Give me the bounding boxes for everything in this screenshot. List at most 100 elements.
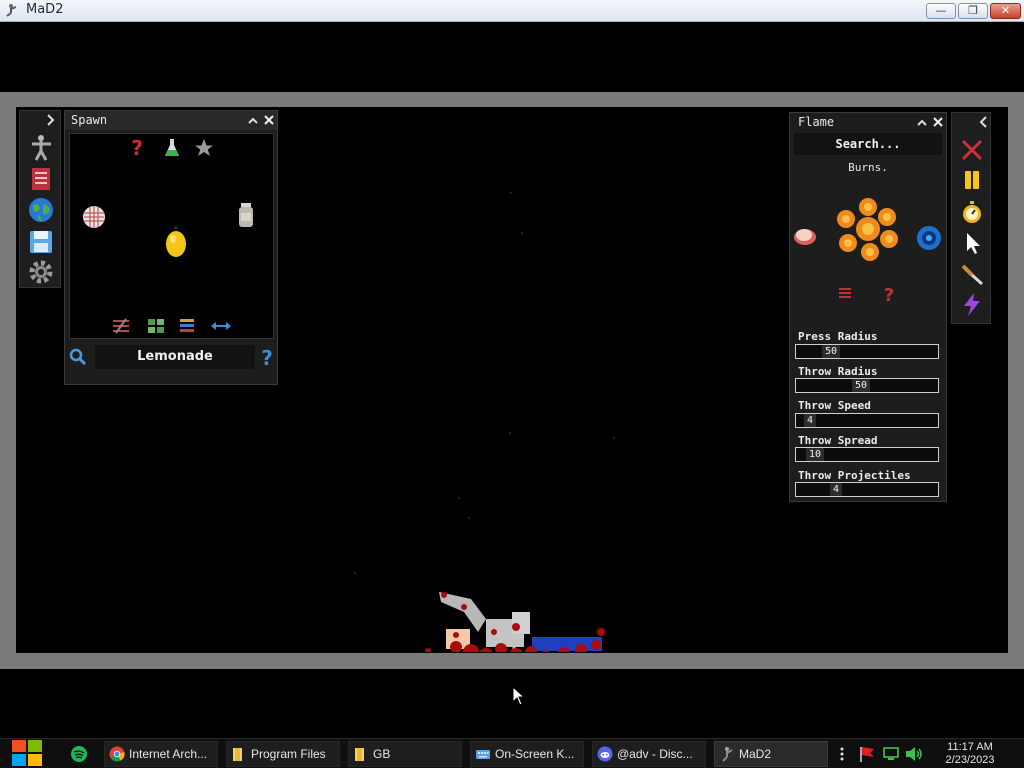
- lemon-icon[interactable]: [164, 224, 188, 258]
- crosshair-grid-icon[interactable]: [80, 204, 108, 230]
- tool-search-input[interactable]: Search...: [794, 133, 942, 155]
- taskbar-item-label: Program Files: [251, 747, 326, 761]
- volume-icon[interactable]: [904, 745, 924, 763]
- ragdoll-icon[interactable]: [27, 133, 55, 161]
- help-question-icon[interactable]: ?: [259, 346, 275, 368]
- tool-panel-title: Flame: [798, 115, 835, 129]
- mouse-cursor-icon: [512, 686, 526, 706]
- throw-speed-field[interactable]: 4: [795, 413, 939, 428]
- folder-icon: [355, 748, 364, 761]
- stopwatch-icon[interactable]: [958, 199, 986, 225]
- throw-speed-label: Throw Speed: [798, 399, 871, 412]
- chevron-left-icon[interactable]: [978, 116, 990, 128]
- mad2-app-icon: [722, 747, 733, 762]
- settings-gear-icon[interactable]: [27, 258, 55, 286]
- sliders-icon[interactable]: [112, 318, 130, 334]
- flame-tool-icon: [837, 198, 898, 261]
- cursor-icon[interactable]: [958, 230, 986, 256]
- random-question-icon[interactable]: ?: [130, 137, 144, 159]
- next-tool-icon[interactable]: [916, 225, 942, 251]
- minimize-button[interactable]: —: [926, 3, 956, 19]
- keyboard-icon: [476, 750, 490, 759]
- pause-icon[interactable]: [958, 167, 986, 193]
- taskbar-item-program-files[interactable]: Program Files: [226, 741, 340, 767]
- tool-settings-panel: Flame Search... Burns. ? Press Radius 50…: [789, 112, 947, 502]
- taskbar-item-on-screen-keyboard[interactable]: On-Screen K...: [470, 741, 584, 767]
- potion-flask-icon[interactable]: [164, 138, 180, 158]
- start-windows-icon[interactable]: [10, 737, 44, 767]
- svg-text:?: ?: [261, 346, 273, 368]
- press-radius-label: Press Radius: [798, 330, 878, 343]
- clear-x-icon[interactable]: [958, 137, 986, 163]
- throw-projectiles-value: 4: [830, 483, 843, 496]
- throw-projectiles-field[interactable]: 4: [795, 482, 939, 497]
- save-icon[interactable]: [27, 228, 55, 256]
- search-icon[interactable]: [69, 348, 87, 366]
- tool-help-question-icon[interactable]: ?: [882, 283, 896, 305]
- knife-icon[interactable]: [958, 261, 986, 287]
- right-toolbar: [951, 112, 991, 324]
- spawn-search-bar: Lemonade ?: [69, 343, 274, 373]
- throw-radius-value: 50: [852, 379, 871, 392]
- clock-time: 11:17 AM: [947, 741, 993, 753]
- throw-projectiles-label: Throw Projectiles: [798, 469, 911, 482]
- book-icon[interactable]: [27, 165, 55, 193]
- list-lines-icon[interactable]: [838, 287, 852, 299]
- lightning-icon[interactable]: [958, 291, 986, 317]
- ragdoll-figure: [439, 592, 602, 688]
- spotify-icon[interactable]: [70, 745, 88, 763]
- window-title: MaD2: [26, 2, 64, 17]
- taskbar-item-discord[interactable]: @adv - Disc...: [592, 741, 706, 767]
- throw-spread-label: Throw Spread: [798, 434, 878, 447]
- taskbar-item-label: Internet Arch...: [129, 747, 208, 761]
- spawn-panel: Spawn ? Lemonade ?: [64, 110, 278, 385]
- clock-date: 2/23/2023: [945, 754, 995, 766]
- spawn-panel-header[interactable]: Spawn: [65, 111, 277, 130]
- favorite-star-icon[interactable]: [194, 138, 214, 158]
- throw-radius-field[interactable]: 50: [795, 378, 939, 393]
- discord-icon: [597, 746, 613, 762]
- collapse-up-icon[interactable]: [247, 115, 259, 127]
- taskbar-item-label: MaD2: [739, 747, 772, 761]
- window-title-bar: MaD2 — ❐ ✕: [0, 0, 1024, 22]
- svg-text:?: ?: [884, 285, 894, 305]
- taskbar-item-internet-archive[interactable]: Internet Arch...: [104, 741, 218, 767]
- taskbar-item-label: @adv - Disc...: [617, 747, 693, 761]
- swap-arrows-icon[interactable]: [210, 320, 232, 332]
- throw-radius-label: Throw Radius: [798, 365, 878, 378]
- tool-description: Burns.: [848, 161, 888, 174]
- globe-icon[interactable]: [27, 196, 55, 224]
- close-icon[interactable]: [932, 116, 944, 128]
- press-radius-value: 50: [822, 345, 841, 358]
- jar-icon[interactable]: [238, 202, 254, 228]
- taskbar: Internet Arch... Program Files GB On-Scr…: [0, 738, 1024, 768]
- overflow-menu-icon[interactable]: [838, 746, 846, 762]
- taskbar-clock[interactable]: 11:17 AM 2/23/2023: [930, 741, 1010, 767]
- maximize-button[interactable]: ❐: [958, 3, 988, 19]
- category-grid-icon[interactable]: [147, 318, 165, 334]
- action-center-flag-icon[interactable]: [858, 745, 876, 763]
- collapse-up-icon[interactable]: [916, 117, 928, 129]
- throw-speed-value: 4: [804, 414, 817, 427]
- prev-tool-icon[interactable]: [792, 225, 818, 247]
- list-icon[interactable]: [179, 318, 195, 334]
- spawn-panel-title: Spawn: [71, 113, 108, 127]
- left-toolbar: [19, 110, 61, 288]
- network-icon[interactable]: [882, 745, 900, 763]
- taskbar-item-gb[interactable]: GB: [348, 741, 462, 767]
- throw-spread-field[interactable]: 10: [795, 447, 939, 462]
- svg-text:?: ?: [131, 137, 143, 159]
- taskbar-item-label: GB: [373, 747, 391, 761]
- taskbar-item-label: On-Screen K...: [495, 747, 575, 761]
- app-icon: [6, 4, 17, 17]
- throw-spread-value: 10: [806, 448, 825, 461]
- close-button[interactable]: ✕: [990, 3, 1021, 19]
- selected-item-name[interactable]: Lemonade: [95, 345, 255, 369]
- chevron-right-icon[interactable]: [45, 114, 57, 126]
- spawn-item-grid: ?: [69, 133, 274, 339]
- close-icon[interactable]: [263, 114, 275, 126]
- press-radius-field[interactable]: 50: [795, 344, 939, 359]
- taskbar-item-mad2[interactable]: MaD2: [714, 741, 828, 767]
- folder-icon: [233, 748, 242, 761]
- chrome-icon: [109, 746, 125, 762]
